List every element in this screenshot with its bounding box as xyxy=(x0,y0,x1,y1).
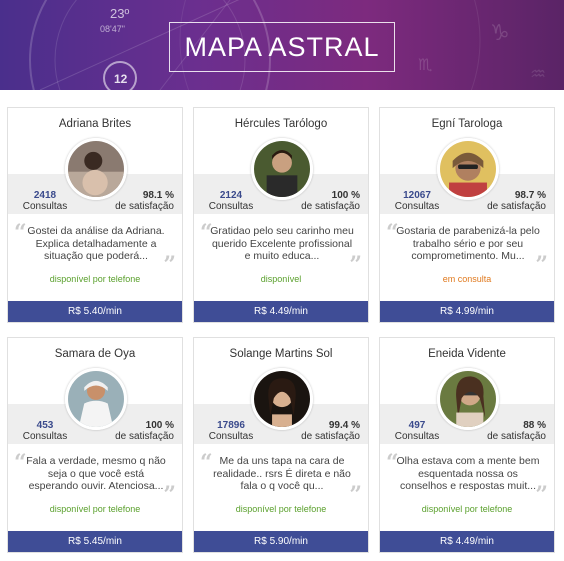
advisor-name[interactable]: Egní Tarologa xyxy=(380,118,554,130)
review-comment: Olha estava com a mente bem esquentada n… xyxy=(396,455,540,492)
close-quote-icon: ” xyxy=(349,482,362,508)
advisor-name[interactable]: Eneida Vidente xyxy=(380,348,554,360)
review-comment: Fala a verdade, mesmo q não seja o que v… xyxy=(26,455,166,492)
satisfaction-value: 98.1 % xyxy=(142,190,174,201)
advisor-name[interactable]: Adriana Brites xyxy=(8,118,182,130)
consultations-label: Consultas xyxy=(208,201,254,212)
decor-minutes: 08'47" xyxy=(100,24,125,34)
consultations-count: 2418 xyxy=(33,190,57,201)
decor-degrees: 23º xyxy=(110,6,130,21)
consultations-count: 17896 xyxy=(217,420,245,431)
consultations-count: 2124 xyxy=(219,190,243,201)
svg-text:♒: ♒ xyxy=(530,64,546,85)
satisfaction-value: 100 % xyxy=(145,420,174,431)
price-button[interactable]: R$ 4.99/min xyxy=(380,301,554,322)
consultations-stat: 497 Consultas xyxy=(392,420,442,442)
satisfaction-value: 100 % xyxy=(331,190,360,201)
consultations-stat: 2124 Consultas xyxy=(206,190,256,212)
price-button[interactable]: R$ 5.45/min xyxy=(8,531,182,552)
page-title: MAPA ASTRAL xyxy=(184,31,380,62)
consultations-label: Consultas xyxy=(22,431,68,442)
availability-status: disponível por telefone xyxy=(49,504,141,514)
consultations-count: 497 xyxy=(408,420,426,431)
availability-status: disponível xyxy=(260,274,302,284)
consultations-label: Consultas xyxy=(22,201,68,212)
availability-status: disponível por telefone xyxy=(235,504,327,514)
satisfaction-label: de satisfação xyxy=(301,431,360,442)
close-quote-icon: ” xyxy=(163,482,176,508)
advisor-card[interactable]: Solange Martins Sol 17896 Consultas 99.4… xyxy=(193,337,369,553)
consultations-stat: 12067 Consultas xyxy=(392,190,442,212)
satisfaction-label: de satisfação xyxy=(115,201,174,212)
satisfaction-stat: 98.1 % de satisfação xyxy=(104,190,174,212)
consultations-label: Consultas xyxy=(208,431,254,442)
close-quote-icon: ” xyxy=(535,482,548,508)
banner: ♑ ♏ ♒ 23º 08'47" 12 MAPA ASTRAL xyxy=(0,0,564,90)
decor-hour: 12 xyxy=(114,72,128,86)
review-comment: Gostaria de parabenizá-la pelo trabalho … xyxy=(396,225,540,262)
review-comment: Me da uns tapa na cara de realidade.. rs… xyxy=(213,455,351,492)
advisor-card[interactable]: Egní Tarologa 12067 Consultas 98.7 % de … xyxy=(379,107,555,323)
svg-text:♑: ♑ xyxy=(490,21,510,46)
advisor-name[interactable]: Hércules Tarólogo xyxy=(194,118,368,130)
svg-text:♏: ♏ xyxy=(418,55,432,74)
review-comment: Gostei da análise da Adriana. Explica de… xyxy=(27,225,165,262)
consultations-label: Consultas xyxy=(394,201,440,212)
satisfaction-value: 98.7 % xyxy=(514,190,546,201)
satisfaction-stat: 88 % de satisfação xyxy=(476,420,546,442)
satisfaction-label: de satisfação xyxy=(115,431,174,442)
availability-status: disponível por telefone xyxy=(49,274,141,284)
satisfaction-value: 99.4 % xyxy=(328,420,360,431)
consultations-count: 12067 xyxy=(403,190,431,201)
price-button[interactable]: R$ 4.49/min xyxy=(194,301,368,322)
satisfaction-stat: 100 % de satisfação xyxy=(290,190,360,212)
satisfaction-label: de satisfação xyxy=(301,201,360,212)
satisfaction-stat: 100 % de satisfação xyxy=(104,420,174,442)
consultations-count: 453 xyxy=(36,420,54,431)
satisfaction-stat: 98.7 % de satisfação xyxy=(476,190,546,212)
price-button[interactable]: R$ 5.40/min xyxy=(8,301,182,322)
advisor-card[interactable]: Adriana Brites 2418 Consultas 98.1 % de … xyxy=(7,107,183,323)
close-quote-icon: ” xyxy=(535,252,548,278)
price-button[interactable]: R$ 5.90/min xyxy=(194,531,368,552)
consultations-stat: 2418 Consultas xyxy=(20,190,70,212)
close-quote-icon: ” xyxy=(349,252,362,278)
availability-status: disponível por telefone xyxy=(421,504,513,514)
availability-status: em consulta xyxy=(442,274,492,284)
advisor-card[interactable]: Eneida Vidente 497 Consultas 88 % de sat… xyxy=(379,337,555,553)
satisfaction-label: de satisfação xyxy=(487,431,546,442)
consultations-label: Consultas xyxy=(394,431,440,442)
banner-title-box: MAPA ASTRAL xyxy=(169,22,395,72)
satisfaction-stat: 99.4 % de satisfação xyxy=(290,420,360,442)
review-comment: Gratidao pelo seu carinho meu querido Ex… xyxy=(210,225,354,262)
advisor-card[interactable]: Hércules Tarólogo 2124 Consultas 100 % d… xyxy=(193,107,369,323)
satisfaction-value: 88 % xyxy=(523,420,546,431)
close-quote-icon: ” xyxy=(163,252,176,278)
satisfaction-label: de satisfação xyxy=(487,201,546,212)
price-button[interactable]: R$ 4.49/min xyxy=(380,531,554,552)
advisor-name[interactable]: Solange Martins Sol xyxy=(194,348,368,360)
consultations-stat: 453 Consultas xyxy=(20,420,70,442)
advisor-name[interactable]: Samara de Oya xyxy=(8,348,182,360)
advisor-card[interactable]: Samara de Oya 453 Consultas 100 % de sat… xyxy=(7,337,183,553)
consultations-stat: 17896 Consultas xyxy=(206,420,256,442)
